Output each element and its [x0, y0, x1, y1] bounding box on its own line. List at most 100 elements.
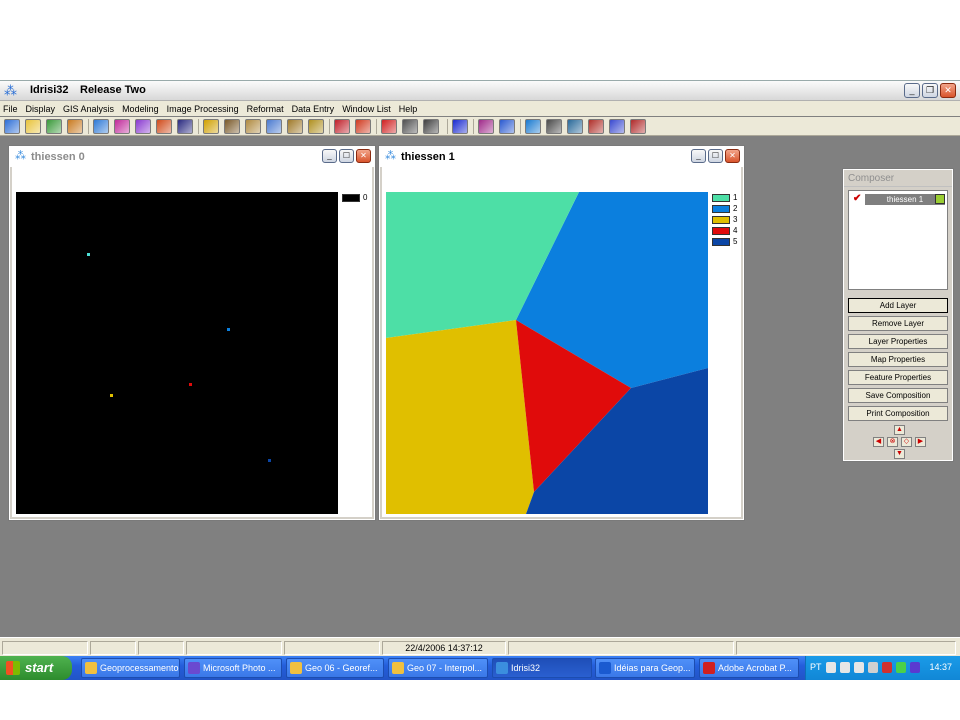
menu-reformat[interactable]: Reformat	[247, 104, 284, 114]
feature-properties-button[interactable]: Feature Properties	[848, 370, 948, 385]
map-window-thiessen-1[interactable]: ⁂ thiessen 1 _ ☐ ✕ 1 2 3 4 5	[378, 145, 745, 521]
map-window-thiessen-0[interactable]: ⁂ thiessen 0 _ ☐ ✕ 0	[8, 145, 376, 521]
map-properties-button[interactable]: Map Properties	[848, 352, 948, 367]
sample-point	[227, 328, 230, 331]
pan-down-icon[interactable]: ▼	[894, 449, 905, 459]
legend-swatch	[712, 215, 730, 224]
gps-icon[interactable]	[452, 119, 468, 134]
layer-properties-button[interactable]: Layer Properties	[848, 334, 948, 349]
digitize-icon[interactable]	[114, 119, 130, 134]
taskbar-item[interactable]: Idrisi32	[492, 658, 592, 678]
help-icon[interactable]	[826, 662, 836, 673]
close-button[interactable]: ✕	[725, 149, 740, 163]
zoom-out-icon[interactable]: ⊗	[887, 437, 898, 447]
pan-right-icon[interactable]: ▶	[915, 437, 926, 447]
group-icon[interactable]	[308, 119, 324, 134]
spreadsheet-icon[interactable]	[567, 119, 583, 134]
chart-icon[interactable]	[478, 119, 494, 134]
layer-name[interactable]: thiessen 1	[865, 194, 945, 205]
menu-gis-analysis[interactable]: GIS Analysis	[63, 104, 114, 114]
maximize-button[interactable]: ☐	[339, 149, 354, 163]
menu-data-entry[interactable]: Data Entry	[292, 104, 335, 114]
window-titlebar[interactable]: ⁂ thiessen 0 _ ☐ ✕	[10, 147, 374, 167]
save-composition-button[interactable]: Save Composition	[848, 388, 948, 403]
map-window-icon: ⁂	[385, 150, 396, 162]
image-icon[interactable]	[266, 119, 282, 134]
map-canvas[interactable]: 1 2 3 4 5	[382, 167, 741, 517]
window-titlebar[interactable]: ⁂ thiessen 1 _ ☐ ✕	[380, 147, 743, 167]
start-button[interactable]: start	[0, 656, 72, 680]
query-icon[interactable]	[203, 119, 219, 134]
pointer-icon[interactable]	[423, 119, 439, 134]
menu-display[interactable]: Display	[26, 104, 56, 114]
minimize-button[interactable]: _	[691, 149, 706, 163]
palette-icon[interactable]	[67, 119, 83, 134]
pan-up-icon[interactable]: ▲	[894, 425, 905, 435]
toolbar-separator	[447, 119, 448, 134]
waves-icon[interactable]	[499, 119, 515, 134]
speaker-icon[interactable]	[840, 662, 850, 673]
table-icon[interactable]	[546, 119, 562, 134]
menu-image-processing[interactable]: Image Processing	[167, 104, 239, 114]
stretch-icon[interactable]	[135, 119, 151, 134]
flow-icon[interactable]	[588, 119, 604, 134]
layer-row[interactable]: ✔ thiessen 1	[851, 193, 945, 206]
security-shield-icon[interactable]	[882, 662, 892, 673]
taskbar-item[interactable]: Geoprocessamento	[81, 658, 180, 678]
menu-window-list[interactable]: Window List	[342, 104, 391, 114]
maximize-button[interactable]: ☐	[708, 149, 723, 163]
minimize-button[interactable]: _	[322, 149, 337, 163]
composer-icon[interactable]	[46, 119, 62, 134]
pan-left-icon[interactable]: ◀	[873, 437, 884, 447]
report-icon[interactable]	[355, 119, 371, 134]
taskbar-item[interactable]: Idéias para Geop...	[595, 658, 695, 678]
thiessen-0-map[interactable]	[12, 167, 374, 519]
map-icon[interactable]	[93, 119, 109, 134]
menu-file[interactable]: File	[3, 104, 18, 114]
close-button[interactable]: ✕	[356, 149, 371, 163]
taskbar-item[interactable]: Geo 07 - Interpol...	[388, 658, 488, 678]
language-indicator[interactable]: PT	[810, 662, 822, 672]
swap-arrows-icon[interactable]	[156, 119, 172, 134]
taskbar-item-label: Idéias para Geop...	[614, 663, 691, 673]
check-icon[interactable]: ✔	[853, 193, 861, 204]
remove-layer-button[interactable]: Remove Layer	[848, 316, 948, 331]
toolbar-separator	[88, 119, 89, 134]
add-layer-button[interactable]: Add Layer	[848, 298, 948, 313]
composer-titlebar[interactable]: Composer	[844, 170, 952, 187]
status-cell	[186, 641, 282, 655]
eraser-icon[interactable]	[630, 119, 646, 134]
app-titlebar[interactable]: ⁂ Idrisi32 Release Two _ ❐ ✕	[0, 81, 960, 101]
taskbar-item[interactable]: Geo 06 - Georef...	[286, 658, 384, 678]
help-query-icon[interactable]	[334, 119, 350, 134]
map-canvas[interactable]: 0	[12, 167, 372, 517]
clock: 14:37	[929, 662, 952, 672]
display-launcher-icon[interactable]	[4, 119, 20, 134]
layer-icon[interactable]	[245, 119, 261, 134]
open-folder-icon[interactable]	[25, 119, 41, 134]
bars-icon[interactable]	[609, 119, 625, 134]
layer-list[interactable]: ✔ thiessen 1	[848, 190, 948, 290]
sample-point	[189, 383, 192, 386]
antivirus-icon[interactable]	[868, 662, 878, 673]
taskbar-item[interactable]: Microsoft Photo ...	[184, 658, 282, 678]
menu-modeling[interactable]: Modeling	[122, 104, 159, 114]
menu-help[interactable]: Help	[399, 104, 418, 114]
restore-button[interactable]: ❐	[922, 83, 938, 98]
cross-icon[interactable]	[402, 119, 418, 134]
taskbar-item[interactable]: Adobe Acrobat P...	[699, 658, 799, 678]
print-composition-button[interactable]: Print Composition	[848, 406, 948, 421]
minimize-button[interactable]: _	[904, 83, 920, 98]
idrisi-app-icon: ⁂	[4, 83, 17, 98]
link-icon[interactable]	[287, 119, 303, 134]
zoom-in-icon[interactable]: ◇	[901, 437, 912, 447]
network-icon[interactable]	[854, 662, 864, 673]
thiessen-1-map[interactable]	[382, 167, 743, 519]
target-icon[interactable]	[381, 119, 397, 134]
export-icon[interactable]	[525, 119, 541, 134]
tray-app-icon[interactable]	[910, 662, 920, 673]
close-button[interactable]: ✕	[940, 83, 956, 98]
overlay-icon[interactable]	[177, 119, 193, 134]
tray-app-icon[interactable]	[896, 662, 906, 673]
histogram-icon[interactable]	[224, 119, 240, 134]
